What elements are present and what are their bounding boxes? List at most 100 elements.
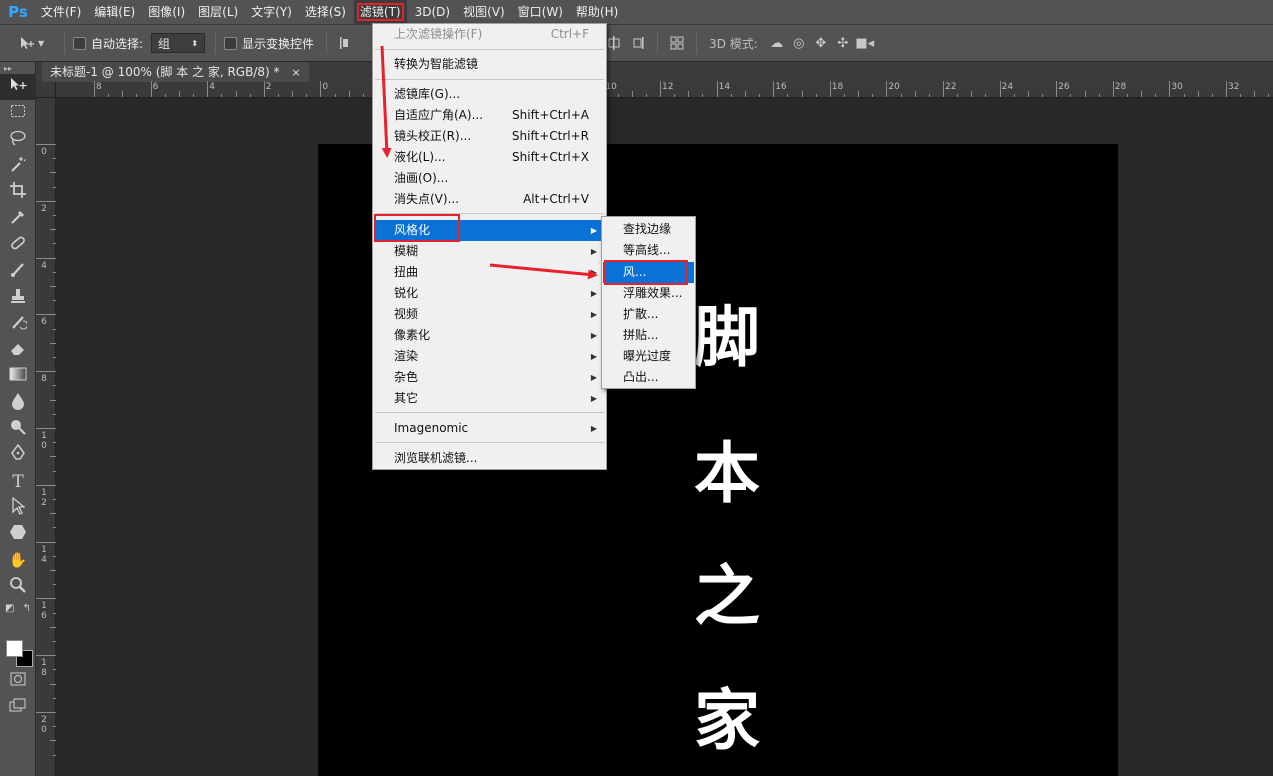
menu-item-browse-online-filters[interactable]: 浏览联机滤镜...	[374, 448, 605, 469]
dodge-tool[interactable]	[0, 416, 36, 442]
canvas-text-char: 本	[694, 435, 760, 512]
screen-mode-button[interactable]	[0, 694, 36, 720]
3d-slide-button[interactable]: ✣	[834, 31, 852, 55]
document-tabs: 未标题-1 @ 100% (脚 本 之 家, RGB/8) * ×	[36, 62, 1273, 82]
menu-edit[interactable]: 编辑(E)	[89, 0, 140, 24]
auto-select-dropdown[interactable]: 组 ⬍	[151, 33, 206, 53]
move-tool[interactable]	[0, 74, 36, 101]
menu-window[interactable]: 窗口(W)	[513, 0, 568, 24]
menu-item-blur[interactable]: 模糊 ▶	[374, 241, 605, 262]
menu-file[interactable]: 文件(F)	[36, 0, 86, 24]
magnifier-dodge-icon	[9, 418, 27, 440]
menu-item-liquify[interactable]: 液化(L)... Shift+Ctrl+X	[374, 147, 605, 168]
auto-align-button[interactable]	[668, 31, 686, 55]
menu-layer[interactable]: 图层(L)	[193, 0, 243, 24]
menu-item-other[interactable]: 其它 ▶	[374, 388, 605, 409]
menu-item-label: 液化(L)...	[394, 150, 446, 164]
ruler-origin[interactable]	[36, 82, 56, 98]
menu-item-pixelate[interactable]: 像素化 ▶	[374, 325, 605, 346]
show-transform-group[interactable]: 显示变换控件	[224, 31, 314, 55]
menu-item-filter-gallery[interactable]: 滤镜库(G)...	[374, 84, 605, 105]
menu-item-imagenomic[interactable]: Imagenomic ▶	[374, 418, 605, 439]
auto-select-checkbox[interactable]	[73, 36, 86, 50]
menu-item-convert-smart-filter[interactable]: 转换为智能滤镜	[374, 54, 605, 75]
crop-tool[interactable]	[0, 179, 36, 205]
foreground-color-swatch[interactable]	[6, 640, 23, 657]
3d-rotate-button[interactable]: ☁	[768, 31, 786, 55]
menu-item-label: 浮雕效果...	[623, 286, 683, 300]
menu-item-sharpen[interactable]: 锐化 ▶	[374, 283, 605, 304]
auto-select-checkbox-group[interactable]: 自动选择:	[73, 31, 143, 55]
menu-item-stylize[interactable]: 风格化 ▶	[374, 220, 605, 241]
eyedropper-tool[interactable]	[0, 205, 36, 231]
submenu-item-tiles[interactable]: 拼贴...	[603, 325, 694, 346]
crop-icon	[9, 181, 27, 203]
marquee-tool[interactable]	[0, 100, 36, 126]
path-selection-tool[interactable]	[0, 495, 36, 521]
lasso-tool[interactable]	[0, 127, 36, 153]
pen-tool[interactable]	[0, 442, 36, 468]
menu-3d[interactable]: 3D(D)	[410, 0, 455, 24]
horizontal-ruler[interactable]: 864202468101214161820222426283032	[56, 81, 1273, 98]
close-icon[interactable]: ×	[291, 66, 300, 79]
ruler-minor-tick	[1084, 91, 1086, 97]
healing-brush-tool[interactable]	[0, 232, 36, 258]
default-colors-icon[interactable]: ◩	[5, 603, 14, 614]
ruler-minor-tick	[221, 94, 223, 97]
gradient-tool[interactable]	[0, 363, 36, 389]
menu-item-noise[interactable]: 杂色 ▶	[374, 367, 605, 388]
submenu-item-solarize[interactable]: 曝光过度	[603, 346, 694, 367]
document-tab[interactable]: 未标题-1 @ 100% (脚 本 之 家, RGB/8) * ×	[42, 62, 309, 82]
menu-select[interactable]: 选择(S)	[300, 0, 351, 24]
menu-item-video[interactable]: 视频 ▶	[374, 304, 605, 325]
panel-collapse-icon[interactable]: ▸▸	[0, 62, 35, 74]
type-tool[interactable]: T	[0, 468, 36, 494]
quick-mask-icon	[10, 672, 26, 690]
brush-tool[interactable]	[0, 258, 36, 284]
3d-roll-button[interactable]: ◎	[790, 31, 808, 55]
blur-tool[interactable]	[0, 390, 36, 416]
ruler-label: 2	[265, 82, 272, 92]
menu-filter[interactable]: 滤镜(T)	[353, 0, 407, 24]
menu-item-render[interactable]: 渲染 ▶	[374, 346, 605, 367]
align-vcenter-icon	[605, 34, 623, 52]
submenu-item-extrude[interactable]: 凸出...	[603, 367, 694, 388]
zoom-tool[interactable]	[0, 574, 36, 600]
menu-help[interactable]: 帮助(H)	[571, 0, 623, 24]
submenu-item-wind[interactable]: 风...	[603, 262, 694, 283]
ruler-label: 18	[831, 82, 844, 92]
menu-view[interactable]: 视图(V)	[458, 0, 510, 24]
hand-tool[interactable]: ✋	[0, 547, 36, 573]
clone-stamp-tool[interactable]	[0, 284, 36, 310]
move-tool-preset[interactable]: ▼	[18, 31, 58, 55]
submenu-item-find-edges[interactable]: 查找边缘	[603, 219, 694, 240]
align-left-edges-button[interactable]	[337, 31, 355, 55]
quick-mask-button[interactable]	[0, 668, 36, 694]
menu-item-adaptive-wide-angle[interactable]: 自适应广角(A)... Shift+Ctrl+A	[374, 105, 605, 126]
submenu-item-emboss[interactable]: 浮雕效果...	[603, 283, 694, 304]
menu-separator	[375, 49, 604, 50]
menu-separator	[375, 213, 604, 214]
magic-wand-tool[interactable]	[0, 153, 36, 179]
3d-scale-button[interactable]: ■◂	[855, 31, 874, 55]
eraser-tool[interactable]	[0, 337, 36, 363]
align-center-button[interactable]	[605, 31, 623, 55]
submenu-item-trace-contour[interactable]: 等高线...	[603, 240, 694, 261]
menu-image[interactable]: 图像(I)	[143, 0, 190, 24]
ruler-tick	[36, 314, 56, 316]
show-transform-checkbox[interactable]	[224, 36, 238, 50]
align-right-button[interactable]	[629, 31, 647, 55]
ruler-minor-tick	[744, 91, 746, 97]
history-brush-tool[interactable]	[0, 311, 36, 337]
menu-item-distort[interactable]: 扭曲 ▶	[374, 262, 605, 283]
menu-item-oil-paint[interactable]: 油画(O)...	[374, 168, 605, 189]
3d-pan-button[interactable]: ✥	[812, 31, 830, 55]
menu-type[interactable]: 文字(Y)	[246, 0, 297, 24]
vertical-ruler[interactable]: 0 2 4 6 8 1 0 1 2 1 4 1 6 1 8 2 0	[36, 98, 56, 776]
swap-colors-icon[interactable]: ↰	[23, 603, 31, 614]
submenu-item-diffuse[interactable]: 扩散...	[603, 304, 694, 325]
menu-item-lens-correction[interactable]: 镜头校正(R)... Shift+Ctrl+R	[374, 126, 605, 147]
menu-item-vanishing-point[interactable]: 消失点(V)... Alt+Ctrl+V	[374, 189, 605, 210]
shape-tool[interactable]	[0, 521, 36, 547]
zoom-icon	[9, 576, 27, 598]
